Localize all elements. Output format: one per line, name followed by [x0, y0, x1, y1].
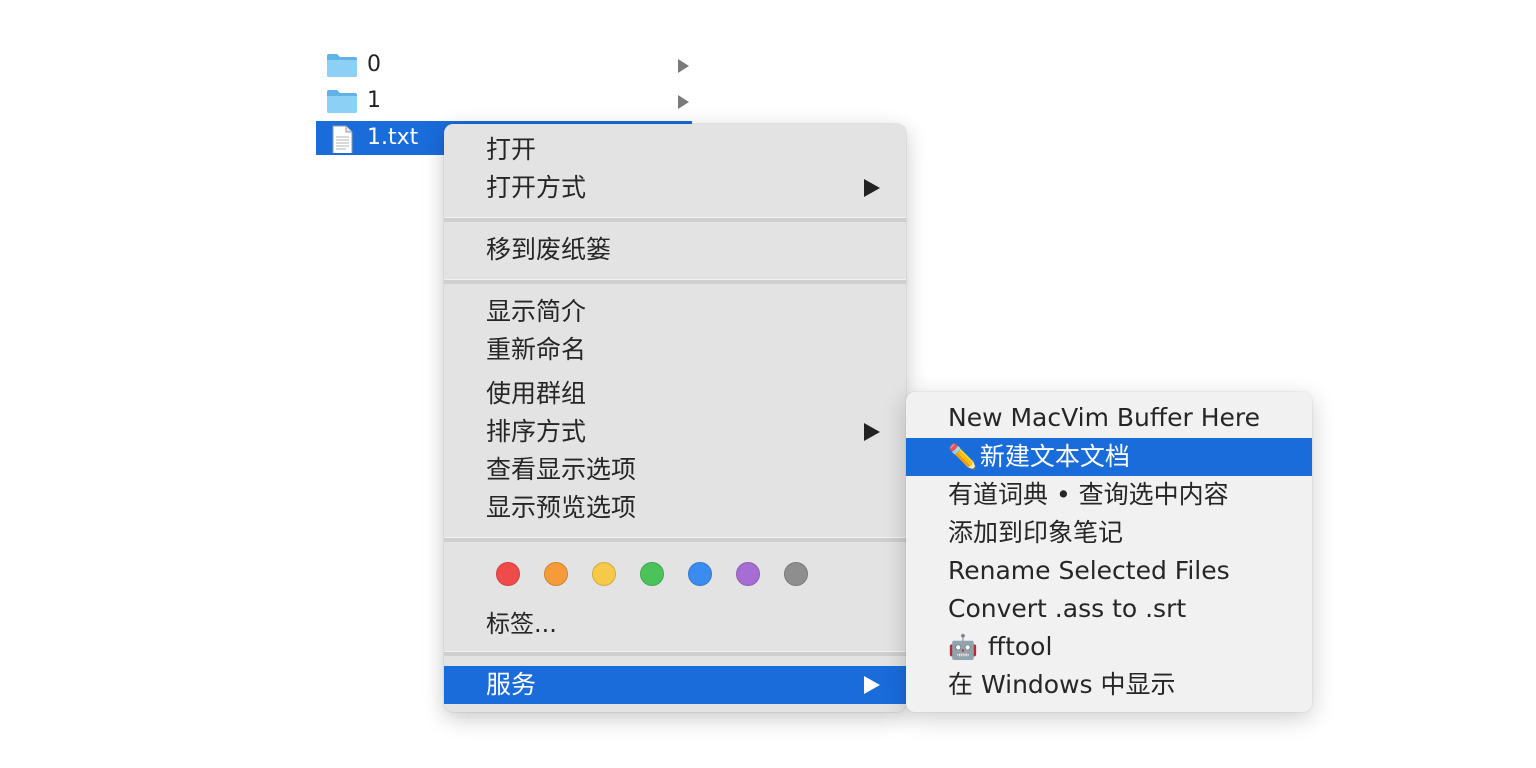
- menu-item-tags[interactable]: 标签...: [444, 605, 906, 643]
- file-name: 0: [367, 52, 381, 77]
- finder-window: 0 1 1.txt 打开 打开方式 移到废纸篓 显示简介 重新命名 使用群组 排…: [0, 0, 1536, 768]
- service-item-new-text-document[interactable]: ✏️新建文本文档: [906, 438, 1312, 476]
- menu-item-move-to-trash[interactable]: 移到废纸篓: [444, 231, 906, 269]
- menu-item-label: 排序方式: [486, 417, 587, 446]
- context-menu: 打开 打开方式 移到废纸篓 显示简介 重新命名 使用群组 排序方式 查看显示选项…: [444, 124, 906, 712]
- menu-item-label: 新建文本文档: [979, 442, 1130, 471]
- menu-item-label: 打开: [486, 135, 537, 164]
- service-item-convert-ass-to-srt[interactable]: Convert .ass to .srt: [906, 590, 1312, 628]
- service-item-new-macvim-buffer[interactable]: New MacVim Buffer Here: [906, 399, 1312, 437]
- menu-item-label: 有道词典 • 查询选中内容: [948, 480, 1229, 509]
- menu-item-show-view-options[interactable]: 查看显示选项: [444, 451, 906, 489]
- menu-item-label: 移到废纸篓: [486, 235, 612, 264]
- tag-gray-dot[interactable]: [784, 562, 808, 586]
- disclosure-triangle-icon[interactable]: [678, 59, 689, 73]
- menu-item-label: 标签...: [486, 610, 557, 638]
- file-row-folder-0[interactable]: 0: [316, 48, 692, 82]
- service-item-show-in-windows[interactable]: 在 Windows 中显示: [906, 666, 1312, 704]
- file-name: 1: [367, 88, 381, 113]
- tag-purple-dot[interactable]: [736, 562, 760, 586]
- menu-item-label-wrap: ✏️新建文本文档: [948, 442, 1130, 472]
- folder-icon: [327, 90, 357, 113]
- submenu-arrow-icon: [864, 179, 880, 197]
- tag-yellow-dot[interactable]: [592, 562, 616, 586]
- menu-item-label: New MacVim Buffer Here: [948, 403, 1261, 432]
- folder-icon: [327, 54, 357, 77]
- menu-item-label: fftool: [987, 632, 1053, 661]
- menu-item-label: 显示简介: [486, 297, 587, 326]
- menu-item-services[interactable]: 服务: [444, 666, 906, 704]
- service-item-fftool[interactable]: 🤖 fftool: [906, 628, 1312, 666]
- service-item-youdao-lookup[interactable]: 有道词典 • 查询选中内容: [906, 476, 1312, 514]
- file-name: 1.txt: [367, 125, 419, 150]
- menu-separator: [444, 217, 906, 222]
- menu-item-label: Convert .ass to .srt: [948, 594, 1187, 623]
- submenu-arrow-icon: [864, 676, 880, 694]
- menu-item-label: 添加到印象笔记: [948, 518, 1124, 547]
- text-document-icon: [332, 125, 353, 153]
- service-item-add-to-evernote[interactable]: 添加到印象笔记: [906, 514, 1312, 552]
- disclosure-triangle-icon[interactable]: [678, 95, 689, 109]
- menu-item-label: 在 Windows 中显示: [948, 670, 1176, 699]
- menu-item-label: 查看显示选项: [486, 455, 637, 484]
- tag-red-dot[interactable]: [496, 562, 520, 586]
- tag-green-dot[interactable]: [640, 562, 664, 586]
- menu-item-label: 重新命名: [486, 335, 587, 364]
- menu-item-label: 服务: [486, 670, 537, 699]
- tag-orange-dot[interactable]: [544, 562, 568, 586]
- file-row-folder-1[interactable]: 1: [316, 84, 692, 118]
- menu-item-open-with[interactable]: 打开方式: [444, 169, 906, 207]
- menu-separator: [444, 651, 906, 656]
- pencil-icon: ✏️: [948, 443, 978, 471]
- services-submenu: New MacVim Buffer Here ✏️新建文本文档 有道词典 • 查…: [906, 392, 1312, 712]
- menu-item-label: 显示预览选项: [486, 493, 637, 522]
- menu-item-show-preview-options[interactable]: 显示预览选项: [444, 489, 906, 527]
- menu-item-open[interactable]: 打开: [444, 131, 906, 169]
- menu-item-label: 使用群组: [486, 379, 587, 408]
- submenu-arrow-icon: [864, 423, 880, 441]
- menu-item-use-groups[interactable]: 使用群组: [444, 375, 906, 413]
- menu-separator: [444, 279, 906, 284]
- tag-blue-dot[interactable]: [688, 562, 712, 586]
- menu-item-label: Rename Selected Files: [948, 556, 1230, 585]
- menu-item-label-wrap: 🤖 fftool: [948, 632, 1053, 662]
- menu-separator: [444, 537, 906, 542]
- menu-item-sort-by[interactable]: 排序方式: [444, 413, 906, 451]
- menu-item-get-info[interactable]: 显示简介: [444, 293, 906, 331]
- service-item-rename-selected-files[interactable]: Rename Selected Files: [906, 552, 1312, 590]
- menu-item-rename[interactable]: 重新命名: [444, 331, 906, 369]
- menu-item-label: 打开方式: [486, 173, 587, 202]
- robot-icon: 🤖: [948, 633, 978, 661]
